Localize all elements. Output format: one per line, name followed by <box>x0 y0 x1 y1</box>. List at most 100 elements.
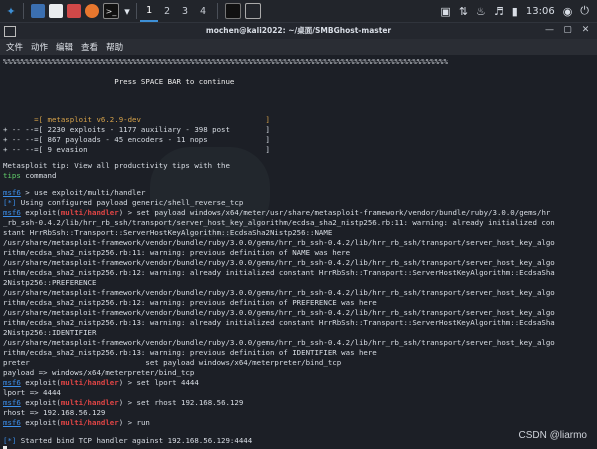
taskbar-separator <box>217 3 218 19</box>
prompt-exploit: exploit( <box>20 418 61 427</box>
prompt-module: multi/handler <box>60 378 119 387</box>
text-editor-icon[interactable] <box>67 4 81 18</box>
banner-line: + -- --=[ 9 evasion ] <box>3 145 270 154</box>
output-line: /usr/share/metasploit-framework/vendor/b… <box>3 338 555 347</box>
prompt-close: ) > <box>118 208 137 217</box>
system-tray: ▣ ⇅ ♨ ♬ ▮ 13:06 ◉ ⏻ <box>440 0 597 22</box>
command-line: msf6 > use exploit/multi/handler <box>3 188 145 198</box>
info-tag: [*] <box>3 198 17 207</box>
menu-edit[interactable]: 编辑 <box>56 41 73 53</box>
output-line: lport => 4444 <box>3 388 61 397</box>
output-line: _rb_ssh-0.4.2/lib/hrr_rb_ssh/transport/s… <box>3 218 555 227</box>
output-line: rithm/ecdsa_sha2_nistp256.rb:13: warning… <box>3 318 555 327</box>
prompt-close: ) > <box>118 378 137 387</box>
tip-rest: command <box>20 171 57 180</box>
prompt-exploit: exploit( <box>20 378 61 387</box>
workspace-3[interactable]: 3 <box>176 6 194 17</box>
info-text: Using configured payload generic/shell_r… <box>16 198 244 207</box>
prompt-close: ) > <box>118 398 137 407</box>
command-line: msf6 exploit(multi/handler) > set payloa… <box>3 208 550 218</box>
window-task-icon[interactable] <box>245 3 261 19</box>
menu-help[interactable]: 帮助 <box>106 41 123 53</box>
info-tag: [*] <box>3 436 17 445</box>
lock-icon[interactable]: ◉ <box>563 5 573 18</box>
battery-icon[interactable]: ▮ <box>512 5 518 18</box>
command-text: set payload windows/x64/meter/usr/share/… <box>136 208 551 217</box>
menu-bar: 文件 动作 编辑 查看 帮助 <box>0 39 597 55</box>
menu-file[interactable]: 文件 <box>6 41 23 53</box>
show-desktop-icon[interactable] <box>31 4 45 18</box>
output-line: /usr/share/metasploit-framework/vendor/b… <box>3 308 555 317</box>
command-line: msf6 exploit(multi/handler) > set lport … <box>3 378 199 388</box>
prompt-msf: msf6 <box>3 398 21 407</box>
file-manager-icon[interactable] <box>49 4 63 18</box>
prompt-msf: msf6 <box>3 418 21 427</box>
output-line: rithm/ecdsa_sha2_nistp256.rb:12: warning… <box>3 268 555 277</box>
prompt-module: multi/handler <box>60 398 119 407</box>
display-icon[interactable]: ▣ <box>440 5 450 18</box>
terminal-output[interactable]: %%%%%%%%%%%%%%%%%%%%%%%%%%%%%%%%%%%%%%%%… <box>0 55 597 449</box>
command-text: use exploit/multi/handler <box>34 188 146 197</box>
output-line: rithm/ecdsa_sha2_nistp256.rb:13: warning… <box>3 348 377 357</box>
firefox-icon[interactable] <box>85 4 99 18</box>
output-line: stant HrrRbSsh::Transport::ServerHostKey… <box>3 228 333 237</box>
info-line: [*] Using configured payload generic/she… <box>3 198 243 208</box>
output-line: /usr/share/metasploit-framework/vendor/b… <box>3 288 555 297</box>
notification-bell-icon[interactable]: ♨ <box>476 5 486 18</box>
taskbar-separator <box>23 3 24 19</box>
window-title: mochen@kali2022: ~/桌面/SMBGhost-master <box>205 26 392 35</box>
terminal-launcher-icon[interactable]: >_ <box>103 3 119 19</box>
output-line: /usr/share/metasploit-framework/vendor/b… <box>3 238 555 247</box>
window-titlebar: mochen@kali2022: ~/桌面/SMBGhost-master — … <box>0 23 597 39</box>
output-line: rithm/ecdsa_sha2_nistp256.rb:11: warning… <box>3 248 351 257</box>
command-line: msf6 exploit(multi/handler) > run <box>3 418 150 428</box>
output-line: 2Nistp256::IDENTIFIER <box>3 328 97 337</box>
clock[interactable]: 13:06 <box>526 6 555 17</box>
banner-line: + -- --=[ 867 payloads - 45 encoders - 1… <box>3 135 270 144</box>
output-line: payload => windows/x64/meterpreter/bind_… <box>3 368 195 377</box>
network-icon[interactable]: ⇅ <box>459 5 468 18</box>
prompt-module: multi/handler <box>60 208 119 217</box>
chevron-down-icon[interactable]: ▾ <box>123 4 131 18</box>
workspace-1[interactable]: 1 <box>140 0 158 22</box>
maximize-icon[interactable]: ▢ <box>562 25 573 36</box>
command-text: set lport 4444 <box>136 378 199 387</box>
kali-menu-icon[interactable]: ✦ <box>4 4 18 18</box>
workspace-4[interactable]: 4 <box>194 6 212 17</box>
taskbar: ✦ >_ ▾ 1 2 3 4 ▣ ⇅ ♨ ♬ ▮ 13:06 ◉ ⏻ <box>0 0 597 23</box>
banner-line: =[ metasploit v6.2.9-dev ] <box>3 115 270 125</box>
hash-line: %%%%%%%%%%%%%%%%%%%%%%%%%%%%%%%%%%%%%%%%… <box>3 57 448 66</box>
output-line: preter set payload windows/x64/meterpret… <box>3 358 342 367</box>
menu-view[interactable]: 查看 <box>81 41 98 53</box>
volume-icon[interactable]: ♬ <box>494 5 504 18</box>
terminal-window-task-icon[interactable] <box>225 3 241 19</box>
output-line: /usr/share/metasploit-framework/vendor/b… <box>3 258 555 267</box>
power-icon[interactable]: ⏻ <box>580 4 589 18</box>
command-text: set rhost 192.168.56.129 <box>136 398 244 407</box>
tip-line: Metasploit tip: View all productivity ti… <box>3 161 230 170</box>
info-line: [*] Started bind TCP handler against 192… <box>3 436 252 446</box>
minimize-icon[interactable]: — <box>544 25 555 36</box>
prompt-arrow: > <box>20 188 35 197</box>
menu-actions[interactable]: 动作 <box>31 41 48 53</box>
prompt-close: ) > <box>118 418 137 427</box>
tip-line: tips command <box>3 171 56 181</box>
output-line: rithm/ecdsa_sha2_nistp256.rb:12: warning… <box>3 298 377 307</box>
prompt-msf: msf6 <box>3 208 21 217</box>
watermark: CSDN @liarmo <box>518 430 588 441</box>
banner-version: =[ metasploit v6.2.9-dev ] <box>3 115 270 124</box>
command-text: run <box>136 418 150 427</box>
prompt-msf: msf6 <box>3 378 21 387</box>
tip-command: tips <box>3 171 21 180</box>
close-icon[interactable]: ✕ <box>580 25 591 36</box>
prompt-exploit: exploit( <box>20 208 61 217</box>
prompt-module: multi/handler <box>60 418 119 427</box>
banner-line: + -- --=[ 2230 exploits - 1177 auxiliary… <box>3 125 270 134</box>
taskbar-separator <box>136 3 137 19</box>
workspace-2[interactable]: 2 <box>158 6 176 17</box>
info-text: Started bind TCP handler against 192.168… <box>16 436 253 445</box>
prompt-msf: msf6 <box>3 188 21 197</box>
prompt-exploit: exploit( <box>20 398 61 407</box>
press-space-text: Press SPACE BAR to continue <box>3 77 235 86</box>
output-line: 2Nistp256::PREFERENCE <box>3 278 97 287</box>
